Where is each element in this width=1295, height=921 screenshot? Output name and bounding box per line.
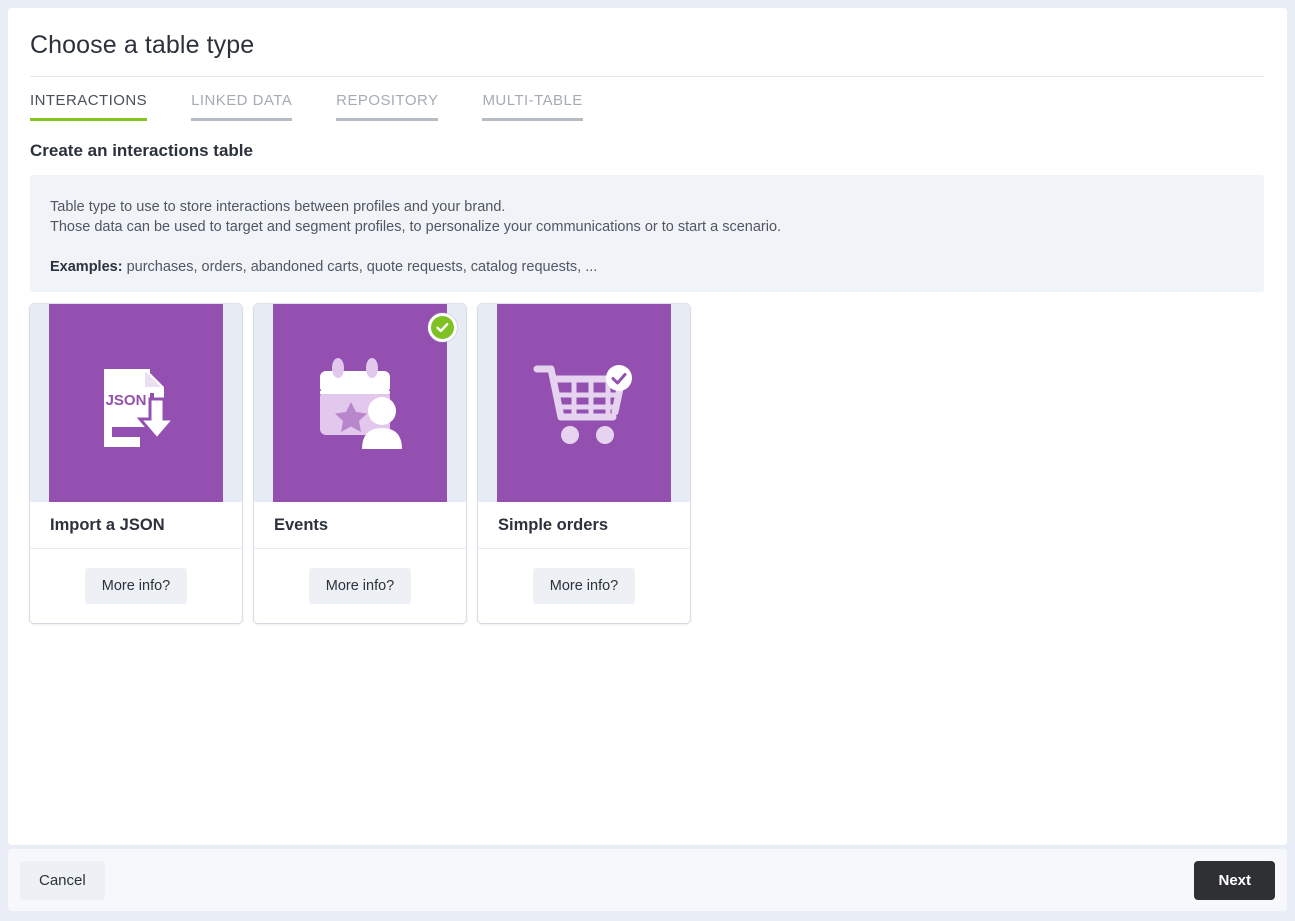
title-divider	[30, 76, 1264, 77]
card-footer: More info?	[254, 549, 466, 623]
tab-bar: INTERACTIONS LINKED DATA REPOSITORY MULT…	[30, 92, 627, 130]
info-line-2: Those data can be used to target and seg…	[50, 219, 782, 235]
tab-multi-table[interactable]: MULTI-TABLE	[482, 92, 583, 121]
info-examples-label: Examples:	[50, 259, 123, 275]
section-heading: Create an interactions table	[30, 141, 253, 160]
more-info-button[interactable]: More info?	[84, 568, 188, 604]
page-title: Choose a table type	[30, 31, 255, 59]
svg-text:JSON: JSON	[106, 392, 147, 409]
card-simple-orders[interactable]: Simple orders More info?	[478, 304, 690, 623]
card-media	[254, 304, 466, 502]
tab-interactions[interactable]: INTERACTIONS	[30, 92, 148, 121]
table-type-card-list: JSON Import a JSON More info? Events Mor…	[30, 304, 690, 623]
card-media	[478, 304, 690, 502]
card-footer: More info?	[478, 549, 690, 623]
card-title: Import a JSON	[30, 502, 242, 549]
tab-repository[interactable]: REPOSITORY	[336, 92, 439, 121]
info-line-1: Table type to use to store interactions …	[50, 199, 506, 215]
card-title: Events	[254, 502, 466, 549]
more-info-button[interactable]: More info?	[308, 568, 412, 604]
shopping-cart-check-icon	[497, 304, 671, 502]
card-media: JSON	[30, 304, 242, 502]
info-examples: Examples: purchases, orders, abandoned c…	[50, 257, 1244, 277]
selected-check-badge	[428, 313, 457, 342]
calendar-star-person-icon	[273, 304, 447, 502]
cancel-button[interactable]: Cancel	[20, 861, 105, 900]
info-examples-value: purchases, orders, abandoned carts, quot…	[122, 259, 598, 275]
table-type-panel: Choose a table type INTERACTIONS LINKED …	[8, 8, 1287, 845]
tab-linked-data[interactable]: LINKED DATA	[191, 92, 293, 121]
next-button[interactable]: Next	[1194, 861, 1275, 900]
json-file-download-icon: JSON	[49, 304, 223, 502]
more-info-button[interactable]: More info?	[532, 568, 636, 604]
card-import-a-json[interactable]: JSON Import a JSON More info?	[30, 304, 242, 623]
info-panel: Table type to use to store interactions …	[30, 175, 1264, 292]
card-events[interactable]: Events More info?	[254, 304, 466, 623]
card-title: Simple orders	[478, 502, 690, 549]
dialog-footer: Cancel Next	[8, 849, 1287, 911]
card-footer: More info?	[30, 549, 242, 623]
